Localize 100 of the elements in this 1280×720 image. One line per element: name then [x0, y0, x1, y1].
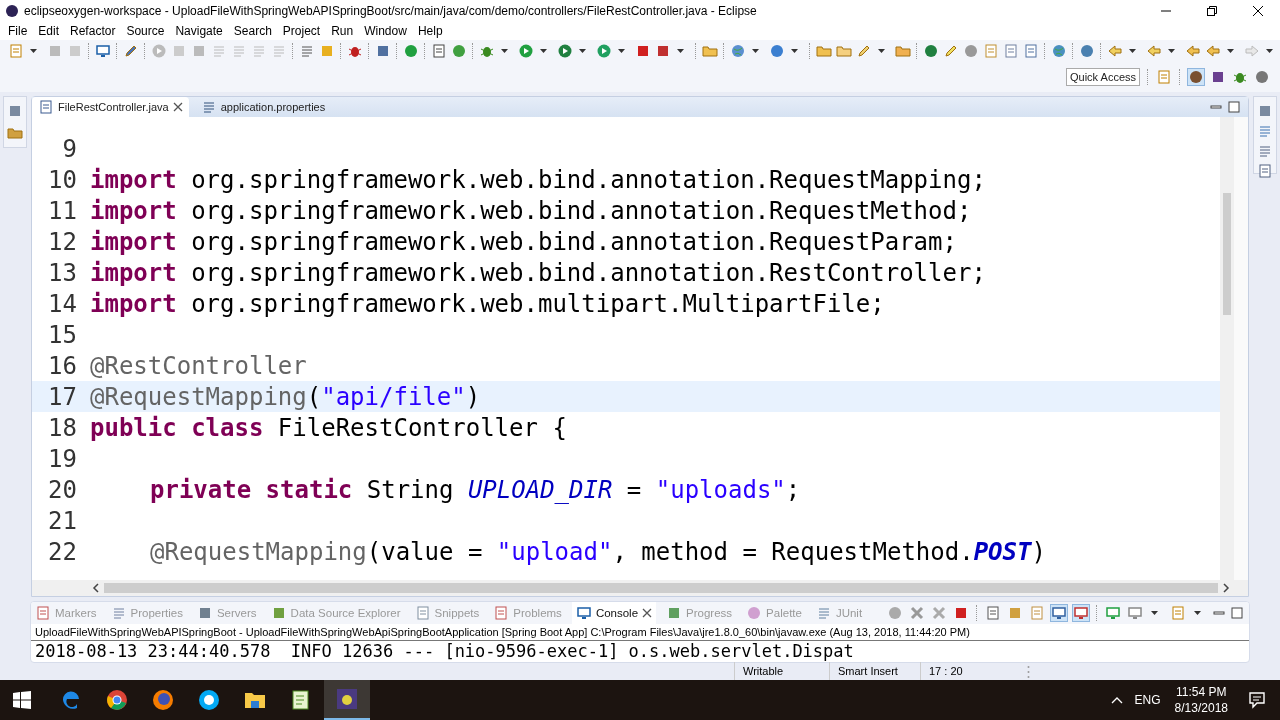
globe-icon[interactable]: [730, 43, 746, 59]
window-title: eclipseoxygen-workspace - UploadFileWithSpringWebAPISpringBoot/src/main/java/com/demo/controllers/FileRestController.java - Eclipse: [24, 4, 757, 18]
maximize-icon[interactable]: [1231, 607, 1243, 619]
back-icon[interactable]: [1205, 43, 1221, 59]
code-line: @RequestMapping("api/file"): [90, 382, 481, 411]
code-line: import org.springframework.web.bind.annotation.RestController;: [90, 258, 986, 287]
close-icon[interactable]: [1252, 5, 1264, 17]
line-number: 18: [47, 413, 77, 442]
dropdown-caret-icon[interactable]: [1194, 611, 1201, 615]
pen-icon[interactable]: [856, 43, 872, 59]
snippets-icon: [414, 605, 431, 621]
code-line: import org.springframework.web.bind.annotation.RequestMethod;: [90, 196, 972, 225]
code-line: import org.springframework.web.bind.annotation.RequestParam;: [90, 227, 957, 256]
notifications-icon[interactable]: [1248, 691, 1266, 709]
run-icon[interactable]: [518, 43, 534, 59]
dropdown-caret-icon[interactable]: [1151, 611, 1158, 615]
notes-icon[interactable]: [1257, 163, 1273, 179]
eclipse-logo-icon: [4, 3, 20, 19]
taskbar-app[interactable]: [324, 680, 370, 720]
close-icon[interactable]: [642, 608, 653, 618]
dropdown-caret-icon[interactable]: [618, 49, 625, 53]
menu-item[interactable]: Run: [331, 23, 361, 39]
outline-icon[interactable]: [1257, 123, 1273, 139]
dropdown-caret-icon[interactable]: [752, 49, 759, 53]
browser-icon: [105, 688, 129, 712]
remove-icon[interactable]: [909, 605, 925, 621]
line-number: 15: [47, 320, 77, 349]
menu-item[interactable]: Navigate: [175, 23, 230, 39]
dropdown-caret-icon[interactable]: [878, 49, 885, 53]
editor-tab[interactable]: application.properties: [194, 97, 332, 117]
task-list-icon[interactable]: [1257, 143, 1273, 159]
terminate-icon[interactable]: [953, 605, 969, 621]
line-number: 10: [47, 165, 77, 194]
console-header: UploadFileWithSpringWebAPISpringBoot - UploadFileWithSpringWebApiSpringBootApplication [Spring Boot App] C:\Program Files\Java\jre1.8.0_60\bin\javaw.exe (Aug 13, 2018, 11:44:20 PM): [31, 624, 1249, 641]
dropdown-caret-icon[interactable]: [501, 49, 508, 53]
console-icon: [575, 605, 592, 621]
menu-item[interactable]: Project: [282, 23, 328, 39]
line-number: 20: [47, 475, 77, 504]
run-tool-icon[interactable]: [596, 43, 612, 59]
menu-item[interactable]: Search: [233, 23, 279, 39]
dropdown-caret-icon[interactable]: [1266, 49, 1273, 53]
dropdown-caret-icon[interactable]: [30, 49, 37, 53]
maximize-icon[interactable]: [1228, 101, 1240, 113]
scroll-right-icon[interactable]: [1222, 583, 1230, 593]
quick-access-field[interactable]: Quick Access: [1066, 68, 1140, 86]
language-indicator[interactable]: ENG: [1134, 693, 1161, 707]
dropdown-caret-icon[interactable]: [1129, 49, 1136, 53]
vertical-scrollbar[interactable]: [1220, 117, 1234, 580]
menu-item[interactable]: Edit: [38, 23, 67, 39]
line-number: 14: [47, 289, 77, 318]
line-number: 17: [47, 382, 77, 411]
markers-icon: [35, 605, 51, 621]
dropdown-caret-icon[interactable]: [791, 49, 798, 53]
code-line: import org.springframework.web.multipart.MultipartFile;: [90, 289, 885, 318]
folder-icon[interactable]: [895, 43, 911, 59]
line-number: 12: [47, 227, 77, 256]
remove-all-icon[interactable]: [931, 605, 947, 621]
status-grip-icon: [1027, 664, 1030, 679]
windows-start-icon[interactable]: [12, 690, 32, 710]
line-number: 16: [47, 351, 77, 380]
close-icon[interactable]: [172, 102, 183, 112]
menu-item[interactable]: Refactor: [70, 23, 123, 39]
code-line: private static String UPLOAD_DIR = "uploads";: [150, 475, 801, 504]
horizontal-scrollbar[interactable]: [104, 583, 1218, 593]
scrollbar-thumb[interactable]: [1223, 193, 1231, 315]
folder-icon[interactable]: [702, 43, 718, 59]
code-line: @RequestMapping(value = "upload", method = RequestMethod.POST): [150, 537, 1046, 566]
folder-icon[interactable]: [816, 43, 832, 59]
monitor-icon[interactable]: [95, 43, 111, 59]
list-icon[interactable]: [299, 43, 315, 59]
pen-icon[interactable]: [943, 43, 959, 59]
menu-item[interactable]: File: [8, 23, 35, 39]
dropdown-caret-icon[interactable]: [540, 49, 547, 53]
view-tab[interactable]: Console: [571, 602, 657, 624]
scroll-left-icon[interactable]: [92, 583, 100, 593]
dropdown-caret-icon[interactable]: [579, 49, 586, 53]
globe-icon[interactable]: [1051, 43, 1067, 59]
menu-item[interactable]: Help: [417, 23, 450, 39]
line-number: 13: [47, 258, 77, 287]
run-config-icon[interactable]: [557, 43, 573, 59]
line-number: 22: [47, 537, 77, 566]
taskbar-clock[interactable]: 11:54 PM 8/13/2018: [1174, 684, 1228, 716]
folder-icon[interactable]: [836, 43, 852, 59]
back-icon[interactable]: [1185, 43, 1201, 59]
java-file-icon: [38, 99, 54, 115]
document-icon[interactable]: [1023, 43, 1039, 59]
dropdown-caret-icon[interactable]: [677, 49, 684, 53]
console-line: 2018-08-13 23:44:40.578 INFO 12636 --- [nio-9596-exec-1] o.s.web.servlet.Dispat: [34, 641, 855, 662]
code-line: import org.springframework.web.bind.annotation.RequestMapping;: [90, 165, 986, 194]
document-icon[interactable]: [431, 43, 447, 59]
problems-icon: [493, 605, 510, 621]
editor-tab[interactable]: FileRestController.java: [32, 97, 189, 117]
dropdown-caret-icon[interactable]: [1227, 49, 1234, 53]
line-number: 19: [47, 444, 77, 473]
chevron-up-icon[interactable]: [1110, 696, 1123, 704]
menu-item[interactable]: Window: [364, 23, 414, 39]
line-number: 9: [61, 134, 77, 163]
dropdown-caret-icon[interactable]: [1168, 49, 1175, 53]
menu-item[interactable]: Source: [126, 23, 172, 39]
pen-icon[interactable]: [123, 43, 139, 59]
